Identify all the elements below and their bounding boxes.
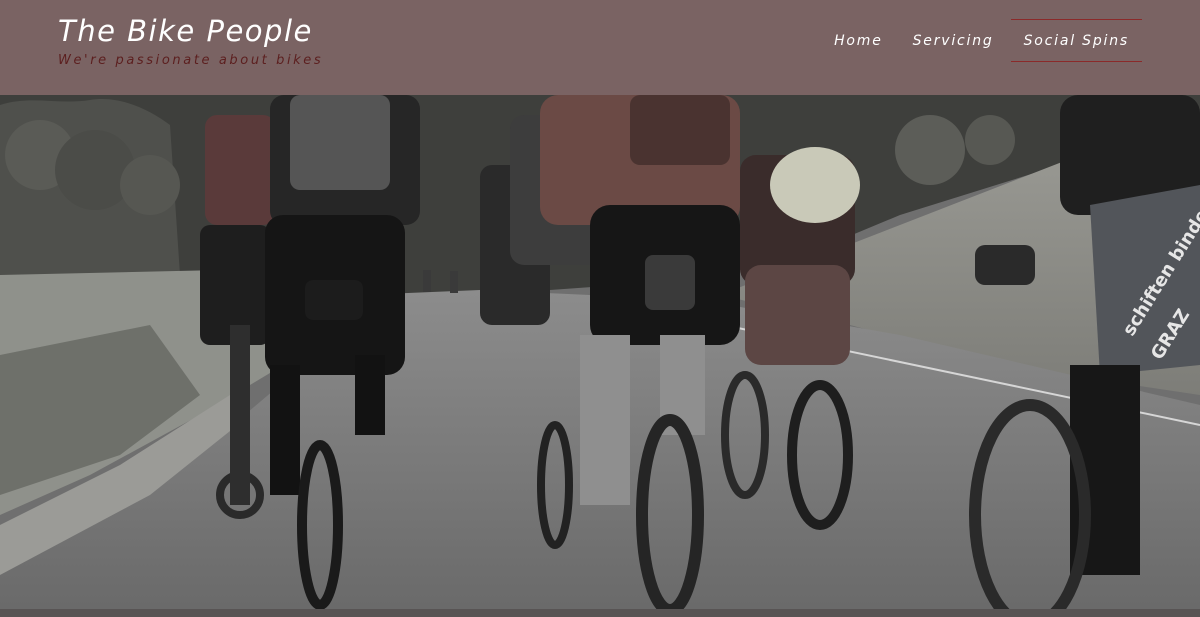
tree [895,115,965,185]
tree [120,155,180,215]
site-title[interactable]: The Bike People [58,12,323,50]
main-nav: Home Servicing Social Spins [817,18,1142,63]
distant-rider [423,270,431,292]
cyclists-photo: schiften binder GRAZ [0,95,1200,609]
tree [965,115,1015,165]
brand[interactable]: The Bike People We're passionate about b… [58,12,323,68]
bottom-bar [0,609,1200,617]
nav-item-home[interactable]: Home [821,19,896,62]
nav-item-servicing[interactable]: Servicing [900,19,1007,62]
nav-item-social-spins[interactable]: Social Spins [1010,19,1142,62]
hero-image: schiften binder GRAZ [0,95,1200,609]
site-header: The Bike People We're passionate about b… [0,0,1200,95]
distant-rider [450,271,458,293]
site-tagline: We're passionate about bikes [58,53,324,68]
